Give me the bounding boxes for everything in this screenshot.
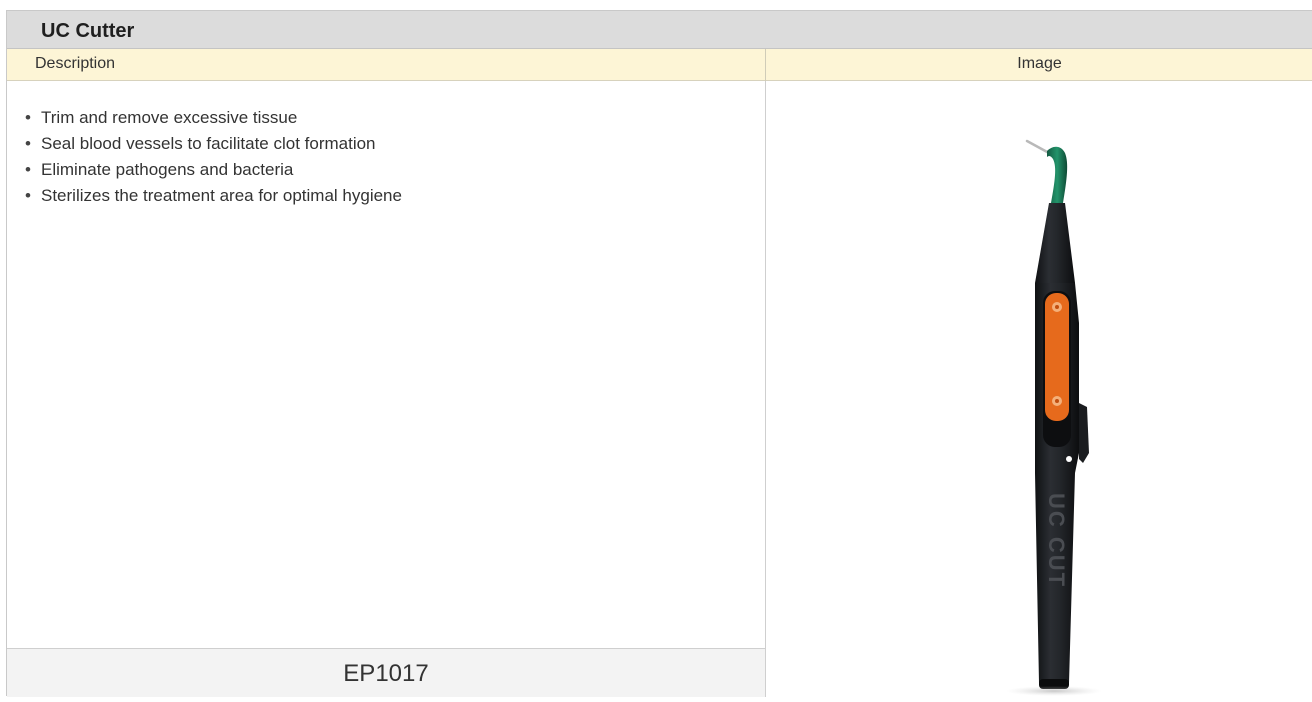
list-item: Seal blood vessels to facilitate clot fo… xyxy=(23,131,402,157)
pen-handpiece-illustration-icon: UC CUT xyxy=(1006,139,1102,696)
description-column-header: Description xyxy=(35,55,116,72)
product-title: UC Cutter xyxy=(41,20,135,42)
list-item: Eliminate pathogens and bacteria xyxy=(23,157,402,183)
product-card: UC Cutter Description Image Trim and rem… xyxy=(6,10,1312,697)
product-image: UC CUT xyxy=(997,123,1117,702)
body-column-divider xyxy=(765,81,766,697)
title-bar: UC Cutter xyxy=(7,11,1312,49)
engraved-label: UC CUT xyxy=(1044,493,1069,588)
feature-list: Trim and remove excessive tissue Seal bl… xyxy=(23,105,402,209)
list-item: Trim and remove excessive tissue xyxy=(23,105,402,131)
column-header-row: Description Image xyxy=(7,49,1312,81)
image-column-header: Image xyxy=(1017,55,1062,72)
list-item: Sterilizes the treatment area for optima… xyxy=(23,183,402,209)
product-code-row: EP1017 xyxy=(7,648,765,697)
product-code: EP1017 xyxy=(343,660,429,687)
